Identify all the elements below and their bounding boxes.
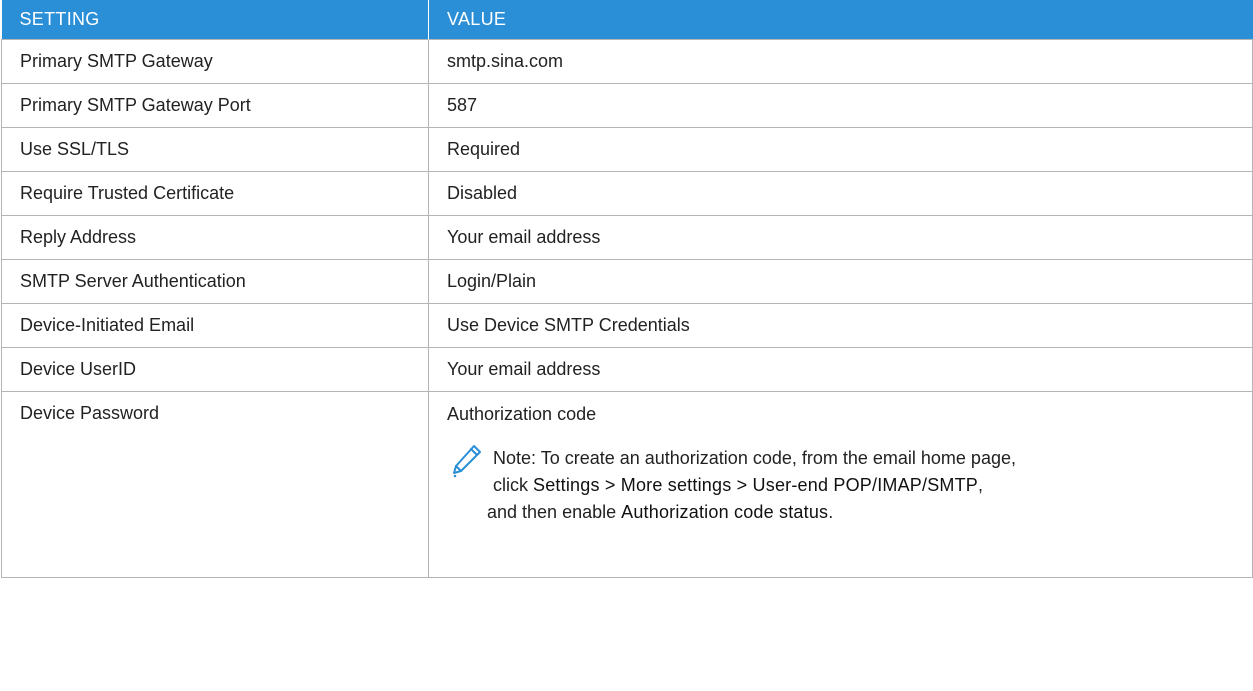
setting-cell: Primary SMTP Gateway bbox=[1, 39, 429, 84]
setting-cell: Device UserID bbox=[1, 347, 429, 392]
setting-cell: Reply Address bbox=[1, 215, 429, 260]
column-header-setting: SETTING bbox=[1, 0, 429, 40]
path-user-end-pop-imap-smtp: User-end POP/IMAP/SMTP bbox=[752, 475, 979, 495]
setting-cell: Device Password bbox=[1, 391, 429, 578]
table-header-row: SETTING VALUE bbox=[1, 0, 1253, 40]
value-cell: Your email address bbox=[428, 347, 1253, 392]
note-line-1: Note: To create an authorization code, f… bbox=[493, 448, 1016, 468]
table-row: Device-Initiated Email Use Device SMTP C… bbox=[1, 303, 1253, 348]
column-header-value: VALUE bbox=[428, 0, 1253, 40]
table-row: Use SSL/TLS Required bbox=[1, 127, 1253, 172]
table-row: Primary SMTP Gateway Port 587 bbox=[1, 83, 1253, 128]
note-period: . bbox=[828, 502, 834, 522]
path-settings: Settings bbox=[533, 475, 600, 495]
path-more-settings: More settings bbox=[620, 475, 732, 495]
path-separator: > bbox=[731, 475, 753, 495]
setting-cell: Device-Initiated Email bbox=[1, 303, 429, 348]
table-row: Device Password Authorization code Note:… bbox=[1, 391, 1253, 578]
table-row: SMTP Server Authentication Login/Plain bbox=[1, 259, 1253, 304]
value-cell: Required bbox=[428, 127, 1253, 172]
note-line-2: click Settings > More settings > User-en… bbox=[493, 472, 1016, 499]
value-cell: Use Device SMTP Credentials bbox=[428, 303, 1253, 348]
setting-cell: Primary SMTP Gateway Port bbox=[1, 83, 429, 128]
value-cell: Your email address bbox=[428, 215, 1253, 260]
note-enable-prefix: and then enable bbox=[487, 502, 622, 522]
table-row: Primary SMTP Gateway smtp.sina.com bbox=[1, 39, 1253, 84]
value-cell: Authorization code Note: To create an au… bbox=[428, 391, 1253, 578]
value-cell: Disabled bbox=[428, 171, 1253, 216]
table-row: Reply Address Your email address bbox=[1, 215, 1253, 260]
setting-cell: Require Trusted Certificate bbox=[1, 171, 429, 216]
authorization-code-status-label: Authorization code status bbox=[621, 502, 829, 522]
path-separator: > bbox=[599, 475, 621, 495]
value-cell: 587 bbox=[428, 83, 1253, 128]
value-cell: smtp.sina.com bbox=[428, 39, 1253, 84]
note-line-3: and then enable Authorization code statu… bbox=[487, 499, 1016, 526]
table-row: Device UserID Your email address bbox=[1, 347, 1253, 392]
value-text: Authorization code bbox=[447, 404, 597, 424]
smtp-settings-table: SETTING VALUE Primary SMTP Gateway smtp.… bbox=[1, 0, 1253, 578]
note-comma: , bbox=[978, 475, 984, 495]
note-click-prefix: click bbox=[493, 475, 533, 495]
pencil-icon bbox=[447, 441, 487, 481]
note-callout: Note: To create an authorization code, f… bbox=[447, 445, 1252, 526]
setting-cell: Use SSL/TLS bbox=[1, 127, 429, 172]
value-cell: Login/Plain bbox=[428, 259, 1253, 304]
note-text: Note: To create an authorization code, f… bbox=[487, 445, 1016, 526]
setting-cell: SMTP Server Authentication bbox=[1, 259, 429, 304]
table-row: Require Trusted Certificate Disabled bbox=[1, 171, 1253, 216]
